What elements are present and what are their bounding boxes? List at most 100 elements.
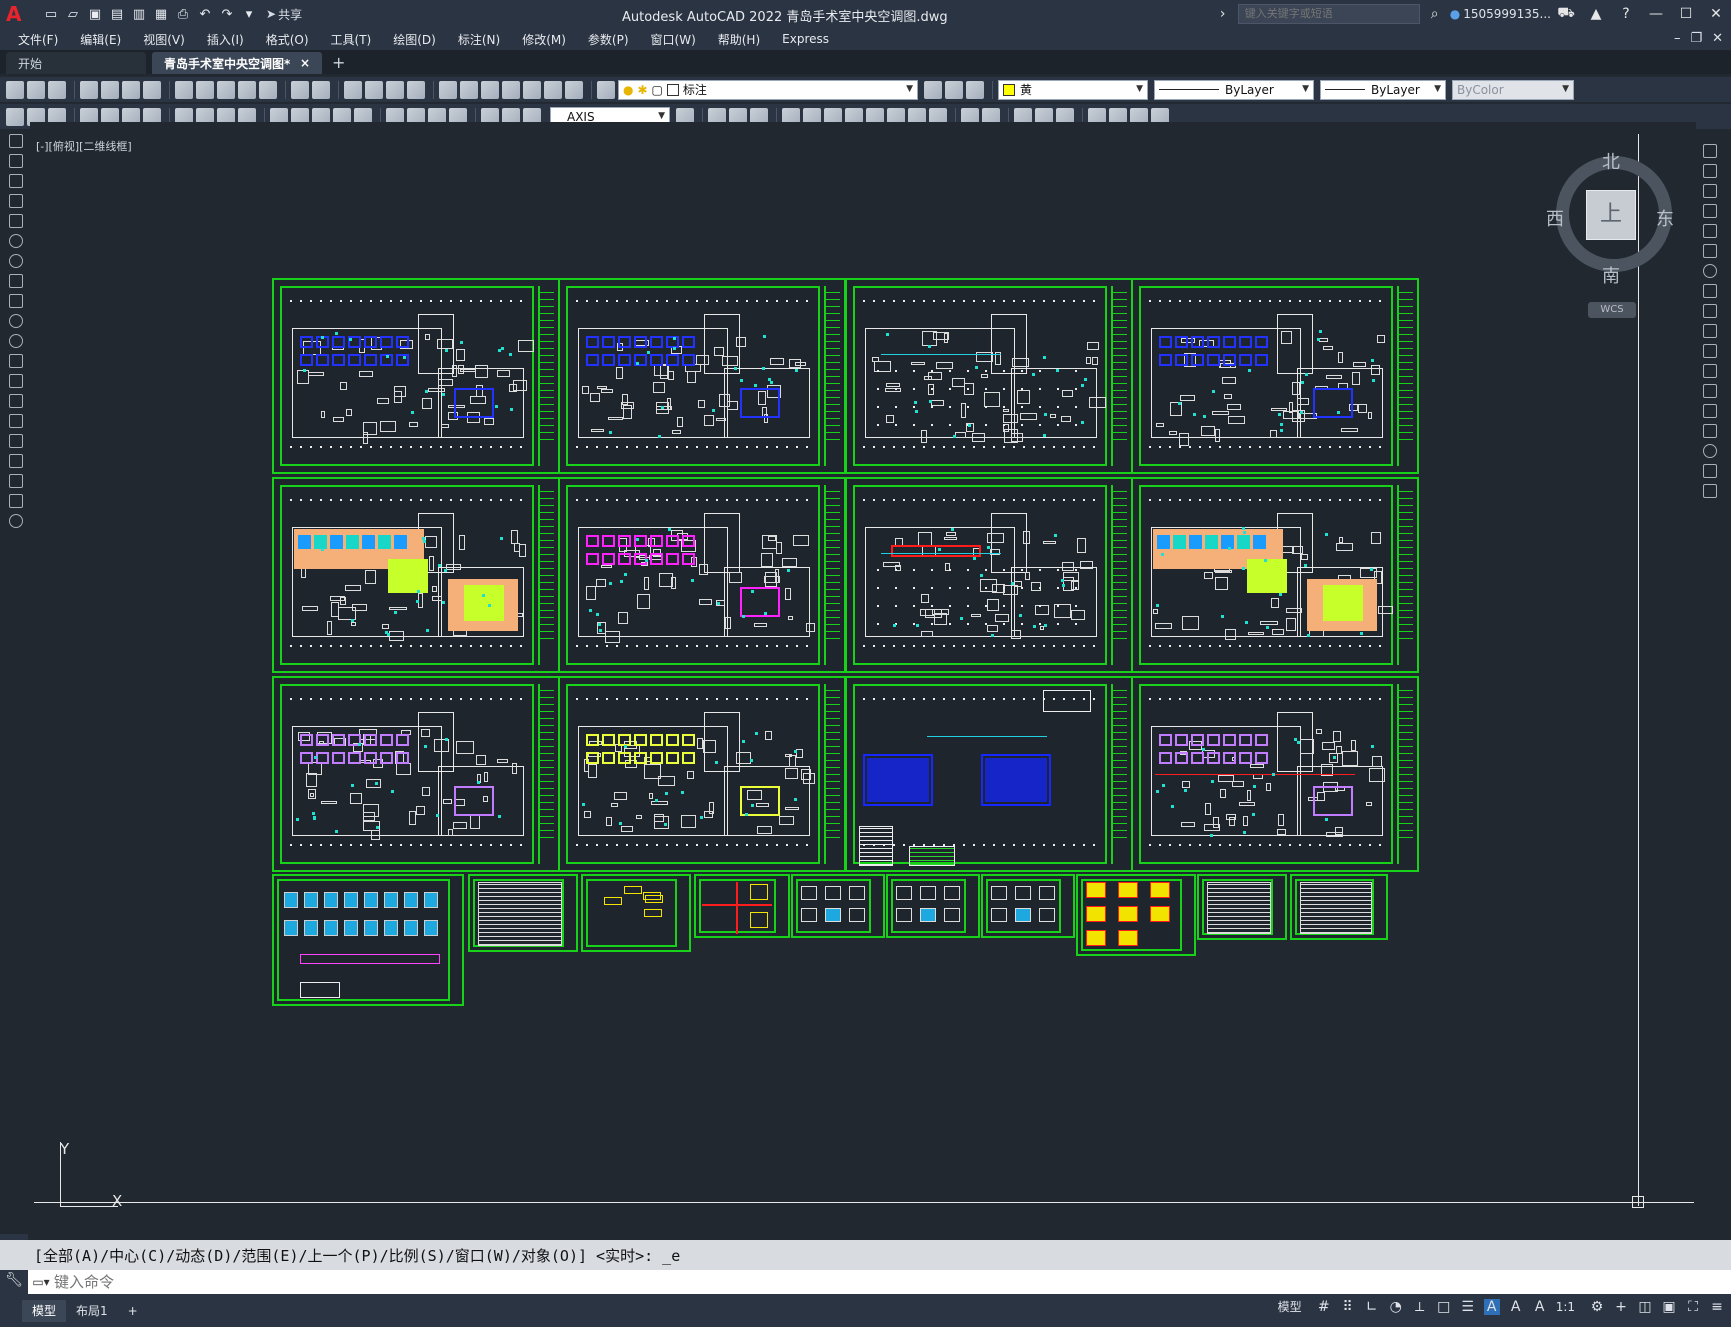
point-icon[interactable] (9, 394, 23, 408)
undo-icon[interactable] (291, 80, 309, 99)
menu-item[interactable]: 修改(M) (522, 31, 566, 48)
insert-block-icon[interactable] (9, 354, 23, 368)
make-block-icon[interactable] (9, 374, 23, 388)
viewport-controls[interactable]: [-][俯视][二维线框] (36, 138, 132, 154)
compass-east[interactable]: 东 (1656, 205, 1674, 231)
rectangular-array-icon[interactable] (1703, 224, 1717, 238)
block-editor-icon[interactable] (259, 80, 277, 99)
menu-item[interactable]: 标注(N) (458, 31, 500, 48)
erase-icon[interactable] (1703, 144, 1717, 158)
help-icon[interactable]: ? (1611, 6, 1641, 22)
scale-object-icon[interactable] (1703, 284, 1717, 298)
offset-icon[interactable] (1703, 204, 1717, 218)
cart-icon[interactable]: ⛟ (1551, 5, 1581, 23)
match-properties-icon[interactable] (238, 80, 256, 99)
user-account[interactable]: ● 1505999135... (1450, 7, 1551, 21)
calculator-icon[interactable] (544, 80, 562, 99)
viewcube-top-face[interactable]: 上 (1586, 190, 1636, 240)
ellipse-icon[interactable] (9, 314, 23, 328)
menu-item[interactable]: 工具(T) (331, 31, 372, 48)
markup-icon[interactable] (523, 80, 541, 99)
new-icon[interactable] (6, 80, 24, 99)
minimize-icon[interactable]: — (1641, 6, 1671, 22)
menu-item[interactable]: 绘图(D) (393, 31, 436, 48)
wcs-menu[interactable]: WCS (1588, 302, 1636, 318)
chevron-right-icon[interactable]: › (1208, 6, 1238, 22)
circle-icon[interactable] (9, 254, 23, 268)
help-icon[interactable] (565, 80, 583, 99)
compass-west[interactable]: 西 (1546, 205, 1564, 231)
join-object-icon[interactable] (1703, 404, 1717, 418)
tab-layout1[interactable]: 布局1 (66, 1300, 118, 1322)
quick-dimension-icon[interactable] (6, 107, 24, 126)
plot-icon[interactable]: ⎙ (174, 5, 192, 23)
wrench-icon[interactable]: 🔧︎ (0, 1272, 28, 1288)
search-icon[interactable]: ⌕ (1420, 6, 1450, 22)
share-button[interactable]: ➤ 共享 (266, 6, 302, 23)
stretch-object-icon[interactable] (1703, 304, 1717, 318)
properties-icon[interactable] (439, 80, 457, 99)
3d-print-icon[interactable] (143, 80, 161, 99)
chamfer-object-icon[interactable] (1703, 424, 1717, 438)
customize-icon[interactable]: ≡ (1709, 1299, 1725, 1315)
make-current-icon[interactable] (924, 80, 942, 99)
zoom-window-icon[interactable] (386, 80, 404, 99)
break-at-point-icon[interactable] (1703, 364, 1717, 378)
add-selected-icon[interactable] (9, 514, 23, 528)
import-icon[interactable]: ▥ (130, 5, 148, 23)
menu-item[interactable]: 插入(I) (207, 31, 244, 48)
isodraft-icon[interactable]: ⟂ (1412, 1299, 1428, 1315)
tab-add-layout[interactable]: + (118, 1300, 148, 1322)
tab-drawing[interactable]: 青岛手术室中央空调图* × (152, 52, 322, 74)
open-icon[interactable] (27, 80, 45, 99)
lineweight-icon[interactable]: ☰ (1460, 1299, 1476, 1315)
rotate-object-icon[interactable] (1703, 264, 1717, 278)
menu-item[interactable]: 编辑(E) (80, 31, 121, 48)
autocad-logo-icon[interactable]: A (6, 3, 28, 25)
plus-icon[interactable]: + (1613, 1299, 1629, 1315)
color-dropdown[interactable]: 黄 ▼ (998, 79, 1148, 100)
menu-item[interactable]: 文件(F) (18, 31, 58, 48)
recent-commands-icon[interactable]: ▭▾ (28, 1272, 54, 1292)
menu-item[interactable]: Express (782, 32, 829, 46)
layer-dropdown[interactable]: ● ✱ ▢ 标注 ▼ (618, 79, 918, 100)
menu-item[interactable]: 帮助(H) (718, 31, 760, 48)
object-snap-icon[interactable]: □ (1436, 1299, 1452, 1315)
hatch-icon[interactable] (9, 414, 23, 428)
search-input[interactable] (1237, 4, 1420, 24)
command-input[interactable] (54, 1273, 654, 1291)
redo-icon[interactable] (312, 80, 330, 99)
line-icon[interactable] (9, 134, 23, 148)
region-icon[interactable] (9, 454, 23, 468)
maximize-icon[interactable]: ☐ (1671, 6, 1701, 22)
fillet-object-icon[interactable] (1703, 444, 1717, 458)
move-object-icon[interactable] (1703, 244, 1717, 258)
customize-dropdown-icon[interactable]: ▾ (240, 5, 258, 23)
layer-states-icon[interactable] (966, 80, 984, 99)
save-as-icon[interactable]: ▤ (108, 5, 126, 23)
polar-icon[interactable]: ◔ (1388, 1299, 1404, 1315)
polyline-icon[interactable] (9, 174, 23, 188)
layer-properties-icon[interactable] (597, 80, 615, 99)
arc-icon[interactable] (9, 234, 23, 248)
design-center-icon[interactable] (460, 80, 478, 99)
close-icon[interactable]: ✕ (1712, 31, 1723, 46)
plotstyle-dropdown[interactable]: ByColor ▼ (1452, 79, 1574, 100)
zoom-previous-icon[interactable] (407, 80, 425, 99)
compass-south[interactable]: 南 (1602, 262, 1620, 288)
paste-icon[interactable] (217, 80, 235, 99)
trim-object-icon[interactable] (1703, 324, 1717, 338)
blend-curves-icon[interactable] (1703, 464, 1717, 478)
spline-icon[interactable] (9, 294, 23, 308)
annotation-autoscale-icon[interactable]: A (1508, 1299, 1524, 1315)
hardware-acceleration-icon[interactable]: ▣ (1661, 1299, 1677, 1315)
tab-start[interactable]: 开始 (6, 52, 146, 74)
break-object-icon[interactable] (1703, 384, 1717, 398)
redo-icon[interactable]: ↷ (218, 5, 236, 23)
layer-previous-icon[interactable] (945, 80, 963, 99)
construction-line-icon[interactable] (9, 154, 23, 168)
annotation-scale-icon[interactable]: A (1532, 1299, 1548, 1315)
plot-icon[interactable] (80, 80, 98, 99)
new-file-icon[interactable]: ▭ (42, 5, 60, 23)
tab-model[interactable]: 模型 (22, 1299, 67, 1322)
